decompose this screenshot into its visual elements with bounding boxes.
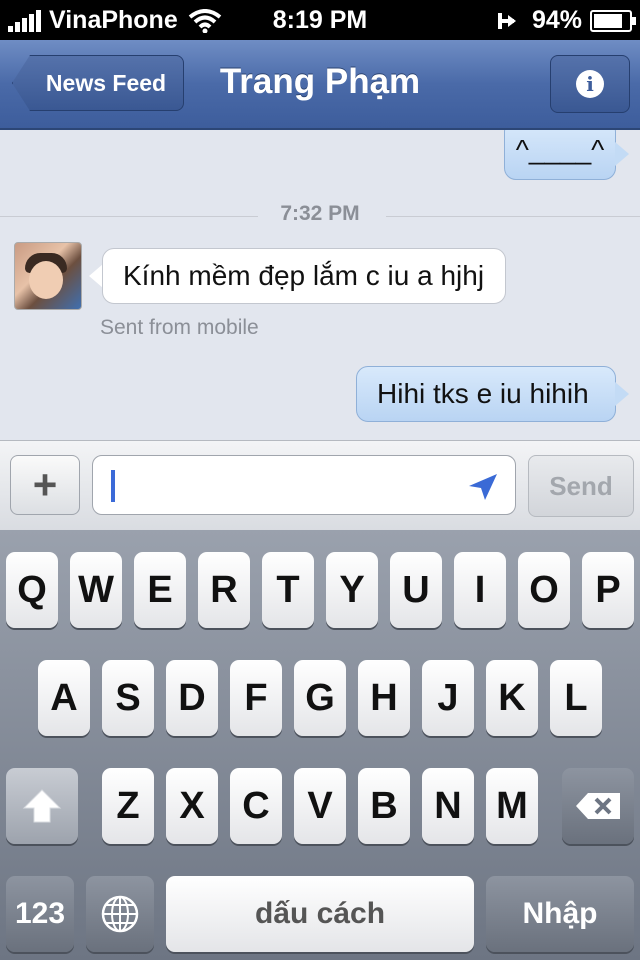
bubble-tail xyxy=(89,264,103,288)
attach-button[interactable]: + xyxy=(10,455,80,515)
message-input[interactable] xyxy=(92,455,516,515)
message-text: Hihi tks e iu hihih xyxy=(377,378,589,409)
message-text: ^____^ xyxy=(515,134,605,165)
key-q[interactable]: Q xyxy=(6,552,58,628)
key-b[interactable]: B xyxy=(358,768,410,844)
bubble-tail xyxy=(615,142,629,166)
shift-arrow-icon xyxy=(22,789,62,823)
globe-icon xyxy=(101,895,139,933)
key-x[interactable]: X xyxy=(166,768,218,844)
numbers-key[interactable]: 123 xyxy=(6,876,74,952)
conversation-title: Trang Phạm xyxy=(219,62,421,101)
key-z[interactable]: Z xyxy=(102,768,154,844)
key-j[interactable]: J xyxy=(422,660,474,736)
backspace-icon xyxy=(576,793,620,819)
backspace-key[interactable] xyxy=(562,768,634,844)
key-h[interactable]: H xyxy=(358,660,410,736)
onscreen-keyboard: Q W E R T Y U I O P A S D F G H J K L Z … xyxy=(0,530,640,960)
key-a[interactable]: A xyxy=(38,660,90,736)
battery-group: 94% xyxy=(494,6,636,35)
key-g[interactable]: G xyxy=(294,660,346,736)
key-n[interactable]: N xyxy=(422,768,474,844)
key-p[interactable]: P xyxy=(582,552,634,628)
key-l[interactable]: L xyxy=(550,660,602,736)
message-composer: + Send xyxy=(0,440,640,531)
key-f[interactable]: F xyxy=(230,660,282,736)
globe-key[interactable] xyxy=(86,876,154,952)
key-d[interactable]: D xyxy=(166,660,218,736)
key-y[interactable]: Y xyxy=(326,552,378,628)
timestamp-divider: 7:32 PM xyxy=(0,202,640,232)
key-k[interactable]: K xyxy=(486,660,538,736)
status-bar: VinaPhone 8:19 PM 94% xyxy=(0,0,640,40)
battery-percent: 94% xyxy=(531,6,582,34)
key-v[interactable]: V xyxy=(294,768,346,844)
key-m[interactable]: M xyxy=(486,768,538,844)
key-e[interactable]: E xyxy=(134,552,186,628)
bubble-tail xyxy=(615,382,629,406)
message-thread[interactable]: ^____^ 7:32 PM Kính mềm đẹp lắm c iu a h… xyxy=(0,130,640,440)
key-u[interactable]: U xyxy=(390,552,442,628)
info-icon: i xyxy=(576,70,604,98)
sent-from-mobile-note: Sent from mobile xyxy=(100,316,259,339)
shift-key[interactable] xyxy=(6,768,78,844)
key-s[interactable]: S xyxy=(102,660,154,736)
key-o[interactable]: O xyxy=(518,552,570,628)
timestamp-label: 7:32 PM xyxy=(280,202,360,225)
key-i[interactable]: I xyxy=(454,552,506,628)
message-bubble-outgoing: Hihi tks e iu hihih xyxy=(356,366,616,422)
key-c[interactable]: C xyxy=(230,768,282,844)
space-key[interactable]: dấu cách xyxy=(166,876,474,952)
key-r[interactable]: R xyxy=(198,552,250,628)
battery-icon xyxy=(590,9,636,32)
return-key[interactable]: Nhập xyxy=(486,876,634,952)
info-button[interactable]: i xyxy=(550,55,630,113)
text-caret xyxy=(111,470,115,502)
message-bubble-incoming: Kính mềm đẹp lắm c iu a hjhj xyxy=(102,248,506,304)
location-arrow-icon[interactable] xyxy=(467,472,499,502)
avatar[interactable] xyxy=(14,242,82,310)
key-t[interactable]: T xyxy=(262,552,314,628)
send-button[interactable]: Send xyxy=(528,455,634,517)
message-text: Kính mềm đẹp lắm c iu a hjhj xyxy=(123,260,485,291)
message-bubble-outgoing: ^____^ xyxy=(504,130,616,180)
rotation-lock-icon xyxy=(497,12,516,29)
navigation-bar: News Feed Trang Phạm i xyxy=(0,40,640,130)
key-w[interactable]: W xyxy=(70,552,122,628)
